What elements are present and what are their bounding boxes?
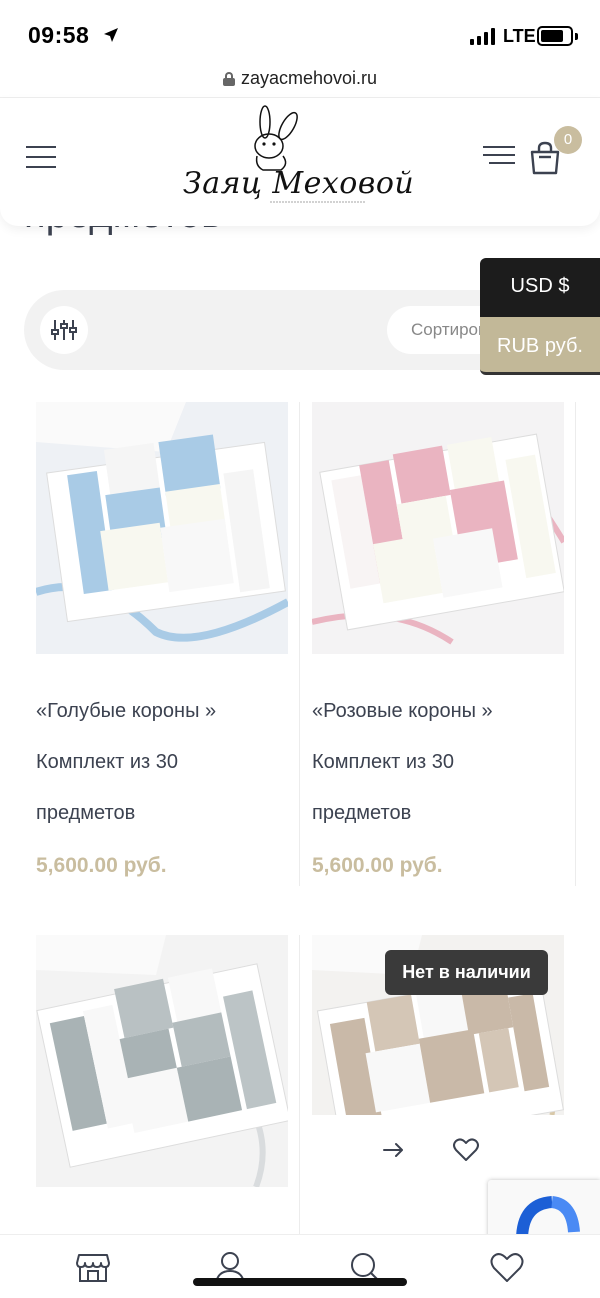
network-label: LTE — [503, 26, 536, 46]
site-logo[interactable]: Заяц Меховой — [175, 104, 425, 222]
status-time: 09:58 — [28, 22, 90, 48]
battery-tip — [575, 33, 578, 40]
product-title[interactable]: «Голубые короны » — [36, 686, 286, 737]
bottom-nav — [0, 1234, 600, 1298]
product-subtitle: Комплект из 30 — [36, 751, 178, 773]
product-image[interactable] — [36, 935, 288, 1187]
product-image[interactable] — [36, 402, 288, 654]
currency-usd-option[interactable]: USD $ — [480, 258, 600, 317]
signal-icon — [470, 28, 495, 45]
list-menu-icon[interactable] — [483, 146, 515, 166]
card-divider — [299, 935, 300, 1235]
shop-icon[interactable] — [75, 1249, 111, 1285]
battery-icon — [537, 26, 573, 46]
filter-button[interactable] — [40, 306, 88, 354]
status-bar: 09:58 LTE — [0, 0, 600, 60]
sliders-icon — [51, 320, 77, 340]
site-header: Заяц Меховой — [0, 98, 600, 226]
location-arrow-icon — [104, 28, 118, 42]
heart-icon[interactable] — [452, 1136, 480, 1164]
browser-url-bar[interactable]: zayacmehovoi.ru — [0, 60, 600, 98]
wishlist-heart-icon[interactable] — [489, 1249, 525, 1285]
lock-icon — [222, 71, 235, 86]
product-subtitle-2: предметов — [36, 802, 136, 824]
product-title[interactable]: «Розовые короны » — [312, 686, 562, 737]
card-divider — [575, 402, 576, 886]
product-subtitle-2: предметов — [312, 802, 412, 824]
currency-switcher: USD $ RUB руб. — [480, 258, 600, 375]
product-image[interactable] — [312, 402, 564, 654]
card-divider — [299, 402, 300, 886]
hamburger-menu-icon[interactable] — [26, 146, 56, 168]
logo-text: Заяц Меховой — [183, 166, 415, 201]
product-price: 5,600.00 руб. — [36, 854, 167, 877]
url-text: zayacmehovoi.ru — [240, 68, 378, 88]
out-of-stock-badge: Нет в наличии — [385, 950, 548, 995]
arrow-right-icon[interactable] — [378, 1136, 410, 1164]
home-indicator — [193, 1278, 407, 1286]
bunny-logo-icon — [254, 105, 365, 203]
currency-rub-option[interactable]: RUB руб. — [480, 317, 600, 375]
cart-count-badge: 0 — [554, 126, 582, 154]
product-price: 5,600.00 руб. — [312, 854, 443, 877]
product-subtitle: Комплект из 30 — [312, 751, 454, 773]
